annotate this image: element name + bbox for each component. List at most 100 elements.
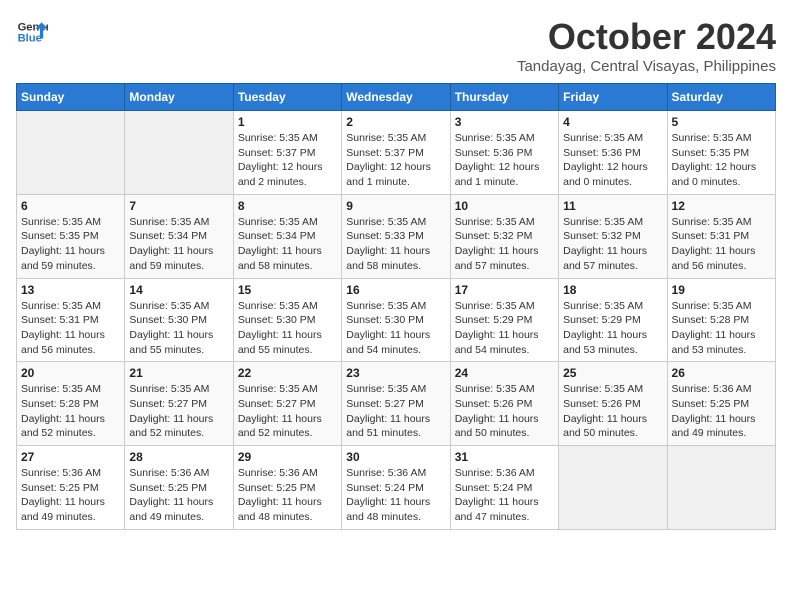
calendar-cell: 21Sunrise: 5:35 AM Sunset: 5:27 PM Dayli… (125, 362, 233, 446)
day-info: Sunrise: 5:35 AM Sunset: 5:32 PM Dayligh… (563, 215, 662, 274)
day-number: 3 (455, 115, 554, 129)
day-number: 16 (346, 283, 445, 297)
logo-icon: General Blue (16, 16, 48, 48)
day-number: 22 (238, 366, 337, 380)
day-info: Sunrise: 5:35 AM Sunset: 5:34 PM Dayligh… (129, 215, 228, 274)
calendar-cell: 1Sunrise: 5:35 AM Sunset: 5:37 PM Daylig… (233, 111, 341, 195)
day-info: Sunrise: 5:35 AM Sunset: 5:29 PM Dayligh… (455, 299, 554, 358)
day-info: Sunrise: 5:36 AM Sunset: 5:24 PM Dayligh… (346, 466, 445, 525)
day-number: 2 (346, 115, 445, 129)
day-number: 7 (129, 199, 228, 213)
calendar-week-row: 20 Sunrise: 5:35 AM Sunset: 5:28 PM Dayli… (17, 362, 776, 446)
calendar-cell: 22 Sunrise: 5:35 AM Sunset: 5:27 PM Dayli… (233, 362, 341, 446)
calendar-week-row: 13 Sunrise: 5:35 AM Sunset: 5:31 PM Dayli… (17, 278, 776, 362)
header-thursday: Thursday (450, 84, 558, 111)
day-number: 29 (238, 450, 337, 464)
calendar-cell: 7 Sunrise: 5:35 AM Sunset: 5:34 PM Daylig… (125, 194, 233, 278)
day-info: Sunrise: 5:35 AM Sunset: 5:37 PM Dayligh… (238, 131, 337, 190)
day-info: Sunrise: 5:36 AM Sunset: 5:25 PM Dayligh… (238, 466, 337, 525)
calendar-cell: 2 Sunrise: 5:35 AM Sunset: 5:37 PM Daylig… (342, 111, 450, 195)
header-tuesday: Tuesday (233, 84, 341, 111)
calendar-cell (17, 111, 125, 195)
day-number: 9 (346, 199, 445, 213)
day-number: 8 (238, 199, 337, 213)
day-info: Sunrise: 5:36 AM Sunset: 5:25 PM Dayligh… (129, 466, 228, 525)
day-info: Sunrise: 5:35 AM Sunset: 5:36 PM Dayligh… (455, 131, 554, 190)
calendar-cell: 19 Sunrise: 5:35 AM Sunset: 5:28 PM Dayli… (667, 278, 775, 362)
day-number: 31 (455, 450, 554, 464)
calendar-cell: 31 Sunrise: 5:36 AM Sunset: 5:24 PM Dayli… (450, 446, 558, 530)
header-sunday: Sunday (17, 84, 125, 111)
day-number: 4 (563, 115, 662, 129)
page-subtitle: Tandayag, Central Visayas, Philippines (517, 58, 776, 75)
day-number: 20 (21, 366, 120, 380)
logo: General Blue (16, 16, 48, 48)
day-info: Sunrise: 5:35 AM Sunset: 5:30 PM Dayligh… (129, 299, 228, 358)
day-number: 25 (563, 366, 662, 380)
calendar-header-row: SundayMondayTuesdayWednesdayThursdayFrid… (17, 84, 776, 111)
day-number: 27 (21, 450, 120, 464)
calendar-cell: 15Sunrise: 5:35 AM Sunset: 5:30 PM Dayli… (233, 278, 341, 362)
day-number: 14 (129, 283, 228, 297)
calendar-cell: 6 Sunrise: 5:35 AM Sunset: 5:35 PM Daylig… (17, 194, 125, 278)
calendar-cell: 24 Sunrise: 5:35 AM Sunset: 5:26 PM Dayli… (450, 362, 558, 446)
day-info: Sunrise: 5:35 AM Sunset: 5:35 PM Dayligh… (21, 215, 120, 274)
day-info: Sunrise: 5:36 AM Sunset: 5:25 PM Dayligh… (21, 466, 120, 525)
day-number: 12 (672, 199, 771, 213)
day-info: Sunrise: 5:35 AM Sunset: 5:30 PM Dayligh… (238, 299, 337, 358)
day-number: 26 (672, 366, 771, 380)
title-block: October 2024 Tandayag, Central Visayas, … (517, 16, 776, 75)
day-info: Sunrise: 5:35 AM Sunset: 5:28 PM Dayligh… (21, 382, 120, 441)
day-info: Sunrise: 5:35 AM Sunset: 5:31 PM Dayligh… (672, 215, 771, 274)
calendar-table: SundayMondayTuesdayWednesdayThursdayFrid… (16, 83, 776, 530)
day-info: Sunrise: 5:35 AM Sunset: 5:37 PM Dayligh… (346, 131, 445, 190)
day-number: 28 (129, 450, 228, 464)
header-monday: Monday (125, 84, 233, 111)
day-info: Sunrise: 5:36 AM Sunset: 5:25 PM Dayligh… (672, 382, 771, 441)
calendar-cell: 10 Sunrise: 5:35 AM Sunset: 5:32 PM Dayli… (450, 194, 558, 278)
day-info: Sunrise: 5:35 AM Sunset: 5:26 PM Dayligh… (563, 382, 662, 441)
day-info: Sunrise: 5:36 AM Sunset: 5:24 PM Dayligh… (455, 466, 554, 525)
calendar-cell: 29 Sunrise: 5:36 AM Sunset: 5:25 PM Dayli… (233, 446, 341, 530)
page-title: October 2024 (517, 16, 776, 58)
day-number: 24 (455, 366, 554, 380)
day-info: Sunrise: 5:35 AM Sunset: 5:26 PM Dayligh… (455, 382, 554, 441)
day-info: Sunrise: 5:35 AM Sunset: 5:27 PM Dayligh… (238, 382, 337, 441)
day-number: 10 (455, 199, 554, 213)
day-info: Sunrise: 5:35 AM Sunset: 5:31 PM Dayligh… (21, 299, 120, 358)
calendar-cell: 11 Sunrise: 5:35 AM Sunset: 5:32 PM Dayli… (559, 194, 667, 278)
day-number: 5 (672, 115, 771, 129)
day-number: 17 (455, 283, 554, 297)
calendar-cell: 8 Sunrise: 5:35 AM Sunset: 5:34 PM Daylig… (233, 194, 341, 278)
day-info: Sunrise: 5:35 AM Sunset: 5:27 PM Dayligh… (346, 382, 445, 441)
calendar-cell (667, 446, 775, 530)
day-number: 30 (346, 450, 445, 464)
header-friday: Friday (559, 84, 667, 111)
day-info: Sunrise: 5:35 AM Sunset: 5:32 PM Dayligh… (455, 215, 554, 274)
day-info: Sunrise: 5:35 AM Sunset: 5:35 PM Dayligh… (672, 131, 771, 190)
page-header: General Blue October 2024 Tandayag, Cent… (16, 16, 776, 75)
calendar-week-row: 27 Sunrise: 5:36 AM Sunset: 5:25 PM Dayli… (17, 446, 776, 530)
calendar-week-row: 1Sunrise: 5:35 AM Sunset: 5:37 PM Daylig… (17, 111, 776, 195)
day-info: Sunrise: 5:35 AM Sunset: 5:27 PM Dayligh… (129, 382, 228, 441)
day-number: 11 (563, 199, 662, 213)
day-number: 13 (21, 283, 120, 297)
day-number: 23 (346, 366, 445, 380)
day-info: Sunrise: 5:35 AM Sunset: 5:29 PM Dayligh… (563, 299, 662, 358)
header-saturday: Saturday (667, 84, 775, 111)
calendar-cell: 9Sunrise: 5:35 AM Sunset: 5:33 PM Daylig… (342, 194, 450, 278)
header-wednesday: Wednesday (342, 84, 450, 111)
calendar-cell (125, 111, 233, 195)
calendar-cell: 16Sunrise: 5:35 AM Sunset: 5:30 PM Dayli… (342, 278, 450, 362)
calendar-cell: 26 Sunrise: 5:36 AM Sunset: 5:25 PM Dayli… (667, 362, 775, 446)
calendar-cell: 25 Sunrise: 5:35 AM Sunset: 5:26 PM Dayli… (559, 362, 667, 446)
day-info: Sunrise: 5:35 AM Sunset: 5:34 PM Dayligh… (238, 215, 337, 274)
calendar-cell: 27 Sunrise: 5:36 AM Sunset: 5:25 PM Dayli… (17, 446, 125, 530)
day-number: 6 (21, 199, 120, 213)
day-info: Sunrise: 5:35 AM Sunset: 5:28 PM Dayligh… (672, 299, 771, 358)
day-number: 19 (672, 283, 771, 297)
day-number: 18 (563, 283, 662, 297)
calendar-cell: 30 Sunrise: 5:36 AM Sunset: 5:24 PM Dayli… (342, 446, 450, 530)
calendar-cell: 18 Sunrise: 5:35 AM Sunset: 5:29 PM Dayli… (559, 278, 667, 362)
svg-text:Blue: Blue (18, 33, 42, 45)
